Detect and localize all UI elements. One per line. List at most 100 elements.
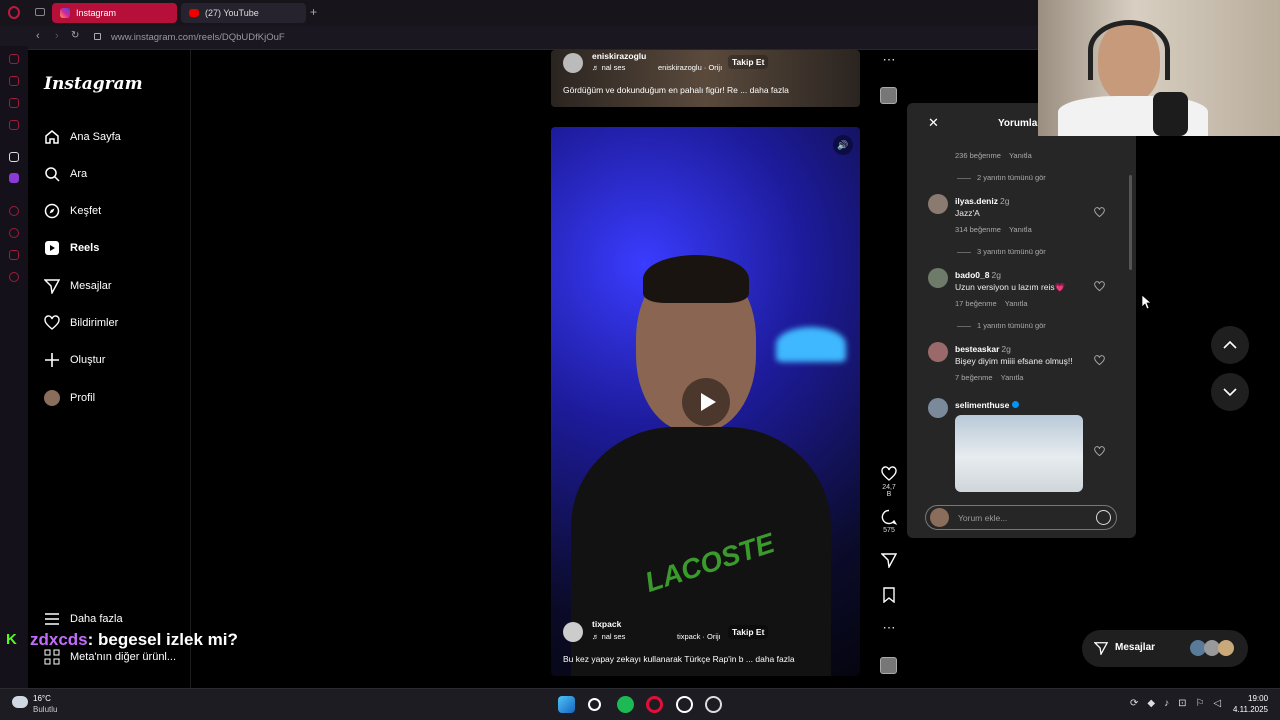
instagram-side-icon[interactable]	[9, 76, 19, 86]
nav-notifications[interactable]: Bildirimler	[44, 311, 118, 335]
next-reel-button[interactable]	[1211, 373, 1249, 411]
nav-create[interactable]: Oluştur	[44, 348, 105, 372]
tab-instagram[interactable]: Instagram	[52, 3, 177, 23]
history-icon[interactable]	[9, 206, 19, 216]
verified-badge-icon	[1012, 401, 1020, 408]
clock-icon[interactable]	[9, 228, 19, 238]
app-icon[interactable]	[705, 696, 722, 713]
forward-icon[interactable]: ›	[55, 30, 59, 42]
new-tab-button[interactable]: +	[310, 5, 317, 19]
clock-date[interactable]: 4.11.2025	[1233, 705, 1268, 714]
reel-caption[interactable]: Bu kez yapay zekayı kullanarak Türkçe Ra…	[563, 654, 795, 664]
mute-icon[interactable]: 🔊	[833, 135, 853, 155]
reply-link[interactable]: Yanıtla	[1005, 299, 1028, 308]
comment-user[interactable]: ilyas.deniz 2g	[955, 196, 1009, 206]
extensions-icon[interactable]	[9, 250, 19, 260]
view-replies-link[interactable]: 3 yanıtın tümünü gör	[957, 247, 1046, 256]
microphone	[1153, 92, 1188, 136]
follow-button[interactable]: Takip Et	[728, 625, 769, 639]
audio-source[interactable]: tixpack · Orijı	[677, 632, 721, 641]
twitch-icon[interactable]	[9, 173, 19, 183]
more-link[interactable]: daha fazla	[755, 654, 794, 664]
nav-search[interactable]: Ara	[44, 162, 87, 186]
reel-username[interactable]: eniskirazoglu	[592, 51, 646, 61]
audio-thumbnail[interactable]	[880, 87, 897, 104]
avatar[interactable]	[928, 194, 948, 214]
view-replies-link[interactable]: 2 yanıtın tümünü gör	[957, 173, 1046, 182]
comment-like-icon[interactable]	[1094, 446, 1105, 457]
comment-user[interactable]: besteaskar 2g	[955, 344, 1011, 354]
view-replies-link[interactable]: 1 yanıtın tümünü gör	[957, 321, 1046, 330]
comment-like-icon[interactable]	[1094, 355, 1105, 366]
avatar[interactable]	[563, 622, 583, 642]
comment-image[interactable]	[955, 415, 1083, 492]
nav-profile[interactable]: Profil	[44, 386, 95, 410]
comment-input-box[interactable]: Yorum ekle...	[925, 505, 1117, 530]
tray-icons[interactable]: ⟳◆♪⊡⚐◁	[1130, 698, 1230, 709]
nav-home[interactable]: Ana Sayfa	[44, 125, 121, 149]
nav-more[interactable]: Daha fazla	[44, 607, 123, 631]
username: ilyas.deniz	[955, 196, 998, 206]
close-icon[interactable]: ✕	[928, 115, 939, 131]
avatar[interactable]	[928, 268, 948, 288]
tab-youtube[interactable]: (27) YouTube	[181, 3, 306, 23]
windows-start-icon[interactable]	[558, 696, 575, 713]
comment-user[interactable]: bado0_8 2g	[955, 270, 1001, 280]
share-button[interactable]	[880, 552, 898, 570]
instagram-logo[interactable]: Instagram	[44, 74, 143, 94]
reply-link[interactable]: Yanıtla	[1009, 225, 1032, 234]
comment-input[interactable]: Yorum ekle...	[958, 513, 1007, 523]
avatar[interactable]	[928, 342, 948, 362]
weather-temp[interactable]: 16°C	[33, 694, 51, 703]
reply-link[interactable]: Yanıtla	[1009, 151, 1032, 160]
nav-messages[interactable]: Mesajlar	[44, 274, 112, 298]
reel-username[interactable]: tixpack	[592, 619, 621, 629]
more-link[interactable]: daha fazla	[750, 85, 789, 95]
spotify-icon[interactable]	[617, 696, 634, 713]
reload-icon[interactable]: ↻	[71, 30, 79, 41]
whatsapp-side-icon[interactable]	[9, 98, 19, 108]
follow-button[interactable]: Takip Et	[728, 55, 769, 69]
whatsapp-icon[interactable]	[676, 696, 693, 713]
audio-thumbnail[interactable]	[880, 657, 897, 674]
back-icon[interactable]: ‹	[36, 30, 40, 42]
comment-button[interactable]: 575	[880, 509, 898, 534]
comment-user[interactable]: selimenthuse	[955, 400, 1020, 410]
opera-icon[interactable]	[646, 696, 663, 713]
reel-caption[interactable]: Gördüğüm ve dokunduğum en pahalı figür! …	[563, 85, 789, 95]
nav-reels[interactable]: Reels	[44, 236, 99, 260]
aria-icon[interactable]	[9, 152, 19, 162]
clock-time[interactable]: 19:00	[1248, 694, 1268, 703]
nav-explore[interactable]: Keşfet	[44, 199, 101, 223]
tab-overview-icon[interactable]	[35, 8, 45, 16]
reel-audio[interactable]: ♬ nal ses	[592, 63, 625, 72]
comment-like-icon[interactable]	[1094, 207, 1105, 218]
more-options-icon[interactable]: ⋯	[880, 620, 898, 636]
weather-desc[interactable]: Bulutlu	[33, 705, 57, 714]
search-icon[interactable]	[588, 698, 601, 711]
comments-title: Yorumlar	[998, 118, 1038, 129]
comments-scrollbar[interactable]	[1129, 175, 1132, 270]
save-button[interactable]	[880, 587, 898, 605]
more-options-icon[interactable]: ⋯	[880, 52, 898, 68]
settings-icon[interactable]	[9, 272, 19, 282]
comment-like-icon[interactable]	[1094, 281, 1105, 292]
play-icon[interactable]	[682, 378, 730, 426]
previous-reel-button[interactable]	[1211, 326, 1249, 364]
telegram-side-icon[interactable]	[9, 120, 19, 130]
reel-card-current[interactable]: LACOSTE 🔊 tixpack ♬ nal ses tixpack · Or…	[551, 127, 860, 676]
opera-logo-icon[interactable]	[8, 6, 20, 19]
messenger-icon[interactable]	[9, 54, 19, 64]
reel-card-previous[interactable]: eniskirazoglu ♬ nal ses eniskirazoglu · …	[551, 50, 860, 107]
weather-icon[interactable]	[12, 696, 28, 708]
messages-button[interactable]: Mesajlar	[1082, 630, 1248, 667]
reply-link[interactable]: Yanıtla	[1001, 373, 1024, 382]
avatar[interactable]	[563, 53, 583, 73]
like-button[interactable]: 24,7 B	[880, 466, 898, 498]
audio-source[interactable]: eniskirazoglu · Orijı	[658, 63, 722, 72]
reel-audio[interactable]: ♬ nal ses	[592, 632, 625, 641]
nav-label: Meta'nın diğer ürünl...	[70, 651, 177, 663]
url-field[interactable]: www.instagram.com/reels/DQbUDfKjOuF	[111, 32, 285, 43]
avatar[interactable]	[928, 398, 948, 418]
emoji-icon[interactable]	[1096, 510, 1111, 525]
